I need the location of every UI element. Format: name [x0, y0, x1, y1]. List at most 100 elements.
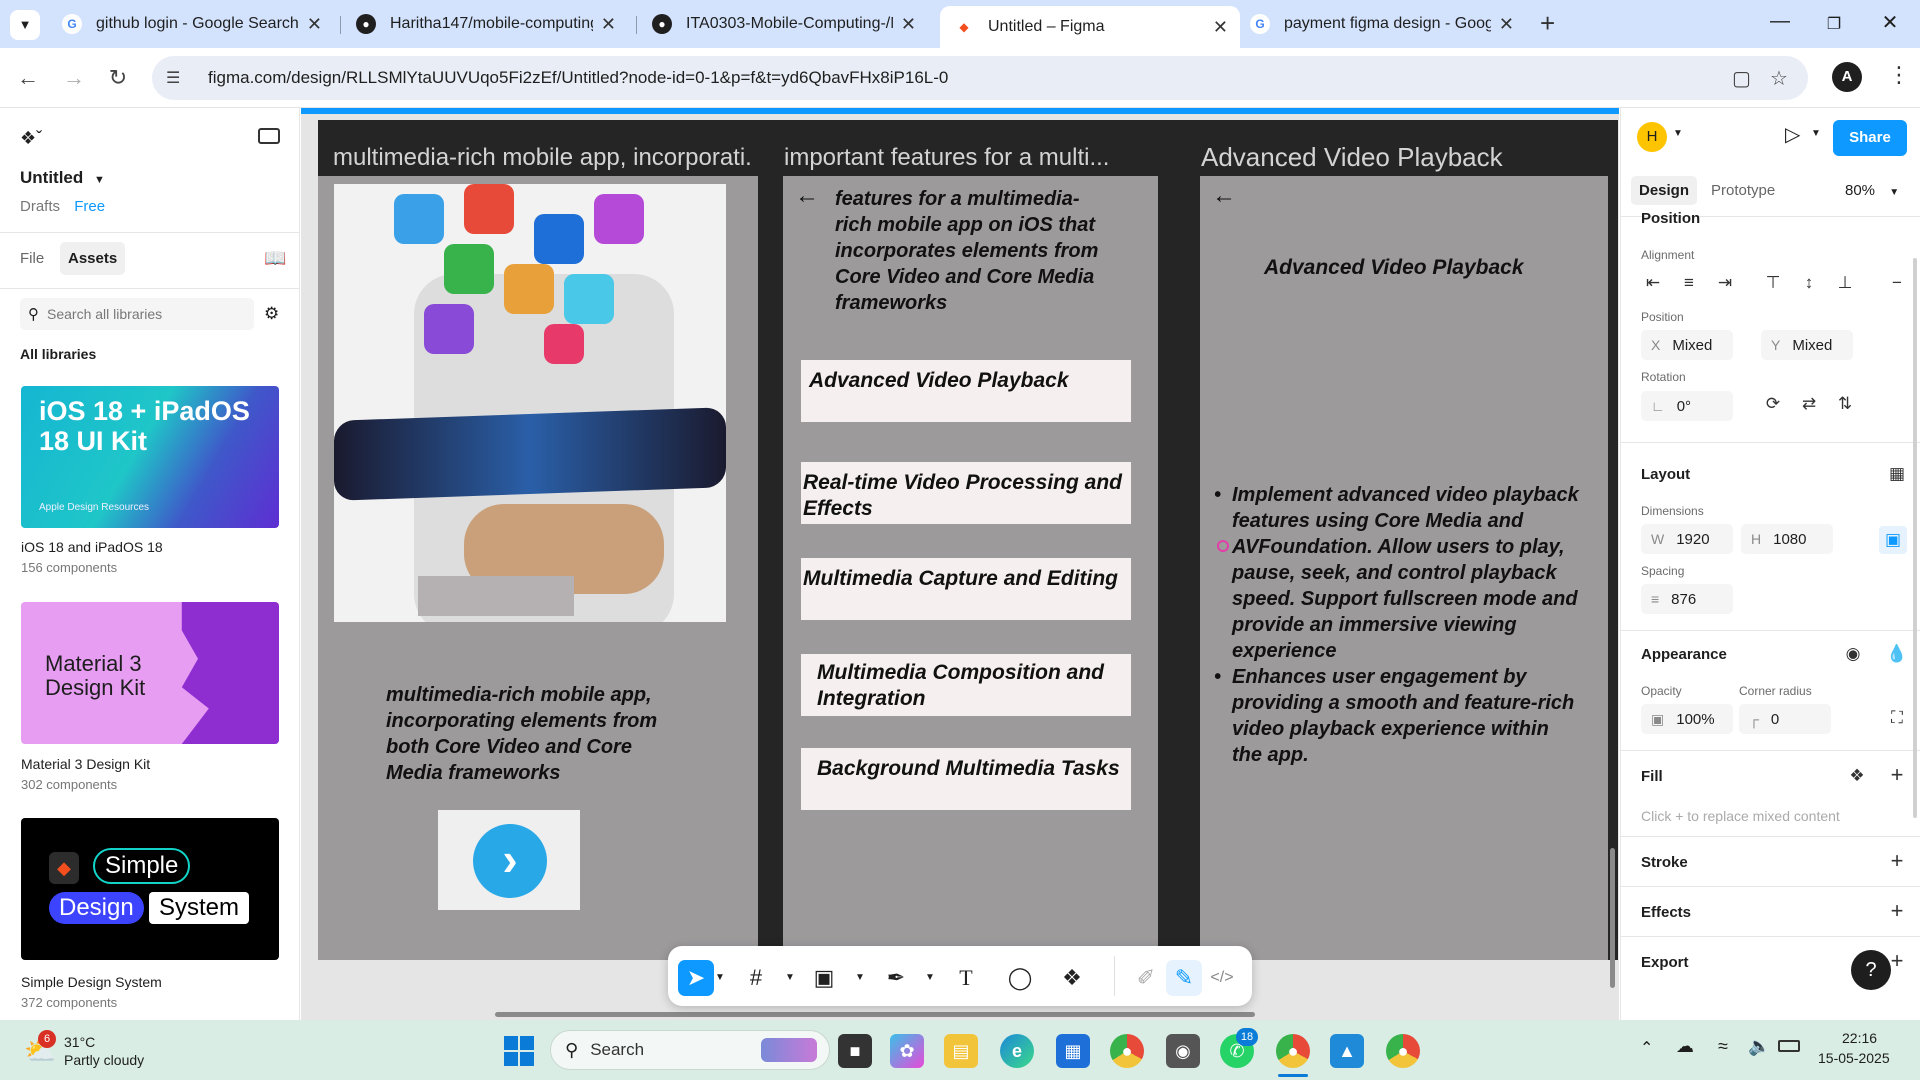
screen2-frame[interactable]: ← features for a multimedia-rich mobile …	[783, 176, 1158, 960]
clock-time[interactable]: 22:16	[1842, 1030, 1877, 1046]
zoom-dropdown[interactable]: 80% ▼	[1845, 182, 1899, 199]
address-bar[interactable]: ☰ figma.com/design/RLLSMlYtaUUVUqo5Fi2zE…	[152, 56, 1808, 100]
site-info-icon[interactable]: ☰	[166, 68, 188, 88]
rotate-90-icon[interactable]: ⟳	[1759, 394, 1787, 414]
weather-widget[interactable]: ⛅ 6 31°C Partly cloudy	[24, 1030, 164, 1072]
show-hidden-icons[interactable]: ⌃	[1640, 1038, 1653, 1058]
x-position-field[interactable]: X Mixed	[1641, 330, 1733, 360]
clock-date[interactable]: 15-05-2025	[1818, 1050, 1890, 1066]
tab-search-button[interactable]: ▼	[10, 10, 40, 40]
file-name[interactable]: Untitled ▼	[20, 168, 105, 188]
library-card-ios[interactable]: iOS 18 + iPadOS 18 UI Kit Apple Design R…	[21, 386, 279, 528]
right-panel-scrollbar[interactable]	[1913, 258, 1917, 818]
back-arrow-icon[interactable]: ←	[795, 182, 819, 210]
install-app-icon[interactable]: ▢	[1732, 66, 1751, 91]
back-arrow-icon[interactable]: ←	[1212, 182, 1236, 210]
align-center-h-icon[interactable]: ≡	[1675, 273, 1703, 293]
width-field[interactable]: W 1920	[1641, 524, 1733, 554]
tab-payment-figma[interactable]: G payment figma design - Google ✕	[1236, 6, 1526, 42]
align-right-icon[interactable]: ⇥	[1711, 273, 1739, 293]
chevron-down-icon[interactable]: ▼	[852, 960, 868, 996]
forward-button[interactable]: →	[58, 62, 90, 94]
draw-mode-icon[interactable]: ✐	[1128, 960, 1164, 996]
align-middle-v-icon[interactable]: ↕	[1795, 273, 1823, 293]
library-card-simple[interactable]: ◆ Simple Design System	[21, 818, 279, 960]
rotation-field[interactable]: ∟ 0°	[1641, 391, 1733, 421]
add-fill-icon[interactable]: +	[1883, 762, 1911, 788]
close-icon[interactable]: ✕	[601, 14, 616, 35]
text-tool-icon[interactable]: T	[948, 960, 984, 996]
user-avatar[interactable]: H	[1637, 122, 1667, 152]
height-field[interactable]: H 1080	[1741, 524, 1833, 554]
tab-prototype[interactable]: Prototype	[1711, 182, 1775, 199]
tab-file[interactable]: File	[20, 250, 44, 267]
plan-badge[interactable]: Free	[74, 198, 105, 215]
close-icon[interactable]: ✕	[307, 14, 322, 35]
share-button[interactable]: Share	[1833, 120, 1907, 156]
chevron-down-icon[interactable]: ▼	[782, 960, 798, 996]
tab-github-ita0303[interactable]: ● ITA0303-Mobile-Computing-/M ✕	[638, 6, 928, 42]
screen1-frame[interactable]: multimedia-rich mobile app, incorporatin…	[318, 176, 758, 960]
photos-icon[interactable]: ▲	[1330, 1034, 1364, 1068]
feature-card-3[interactable]: Multimedia Composition and Integration	[801, 654, 1131, 716]
blend-mode-icon[interactable]: 💧	[1883, 644, 1911, 664]
align-left-icon[interactable]: ⇤	[1639, 273, 1667, 293]
search-libraries-input[interactable]: ⚲ Search all libraries	[20, 298, 254, 330]
chevron-down-icon[interactable]: ▼	[712, 960, 728, 996]
opacity-field[interactable]: ▣ 100%	[1641, 704, 1733, 734]
add-effect-icon[interactable]: +	[1883, 898, 1911, 924]
reload-button[interactable]: ↻	[102, 62, 134, 94]
file-explorer-icon[interactable]: ▤	[944, 1034, 978, 1068]
next-button[interactable]: ›	[438, 810, 580, 910]
corner-radius-field[interactable]: ┌ 0	[1739, 704, 1831, 734]
chrome-alt-icon[interactable]: ●	[1386, 1034, 1420, 1068]
back-button[interactable]: ←	[12, 62, 44, 94]
styles-grid-icon[interactable]: ❖	[1843, 766, 1871, 786]
close-window-button[interactable]: ✕	[1870, 10, 1910, 35]
horizontal-scrollbar[interactable]	[495, 1012, 1255, 1017]
figma-menu-icon[interactable]: ❖ˇ	[20, 128, 42, 149]
frame-tool-icon[interactable]: #	[738, 960, 774, 996]
store-icon[interactable]: ▦	[1056, 1034, 1090, 1068]
distribute-icon[interactable]: −	[1883, 273, 1911, 293]
tab-figma-untitled[interactable]: ◆ Untitled – Figma ✕	[940, 6, 1240, 48]
tab-github-repo[interactable]: ● Haritha147/mobile-computing ✕	[342, 6, 628, 42]
image-tool-icon[interactable]: ▣	[806, 960, 842, 996]
feature-card-1[interactable]: Real-time Video Processing and Effects	[801, 462, 1131, 524]
dev-mode-icon[interactable]: </>	[1204, 960, 1240, 996]
feature-card-2[interactable]: Multimedia Capture and Editing	[801, 558, 1131, 620]
taskbar-search[interactable]: ⚲ Search	[550, 1030, 830, 1070]
chevron-down-icon[interactable]: ▼	[922, 960, 938, 996]
edge-icon[interactable]: e	[1000, 1034, 1034, 1068]
bookmark-star-icon[interactable]: ☆	[1770, 66, 1788, 91]
wifi-icon[interactable]: ≈	[1718, 1036, 1728, 1057]
battery-icon[interactable]	[1778, 1040, 1800, 1052]
volume-icon[interactable]: 🔈	[1748, 1036, 1770, 1057]
add-stroke-icon[interactable]: +	[1883, 848, 1911, 874]
task-view-icon[interactable]: ■	[838, 1034, 872, 1068]
maximize-button[interactable]: ❐	[1814, 14, 1854, 34]
minimize-button[interactable]: —	[1760, 10, 1800, 33]
comment-tool-icon[interactable]: ◯	[1002, 960, 1038, 996]
feature-card-4[interactable]: Background Multimedia Tasks	[801, 748, 1131, 810]
chrome-profile-icon[interactable]: ●	[1276, 1034, 1310, 1068]
present-play-icon[interactable]: ▷	[1785, 122, 1800, 147]
vertical-scrollbar[interactable]	[1610, 848, 1615, 988]
camera-icon[interactable]: ◉	[1166, 1034, 1200, 1068]
filter-icon[interactable]: ⚙	[264, 304, 279, 324]
tab-assets[interactable]: Assets	[60, 242, 126, 275]
chevron-down-icon[interactable]: ▼	[1811, 128, 1821, 139]
close-icon[interactable]: ✕	[1499, 14, 1514, 35]
close-icon[interactable]: ✕	[1213, 17, 1228, 38]
resources-icon[interactable]: ❖	[1054, 960, 1090, 996]
profile-avatar[interactable]: A	[1832, 62, 1862, 92]
library-card-material[interactable]: Material 3 Design Kit	[21, 602, 279, 744]
panel-toggle-icon[interactable]	[258, 128, 280, 144]
feature-card-0[interactable]: Advanced Video Playback	[801, 360, 1131, 422]
auto-layout-icon[interactable]: ▦	[1883, 464, 1911, 484]
library-book-icon[interactable]: 📖	[264, 248, 286, 269]
pen-tool-icon[interactable]: ✒	[878, 960, 914, 996]
independent-corners-icon[interactable]: ⛶	[1883, 708, 1911, 728]
flip-vertical-icon[interactable]: ⇅	[1831, 394, 1859, 414]
align-bottom-icon[interactable]: ⊥	[1831, 273, 1859, 293]
